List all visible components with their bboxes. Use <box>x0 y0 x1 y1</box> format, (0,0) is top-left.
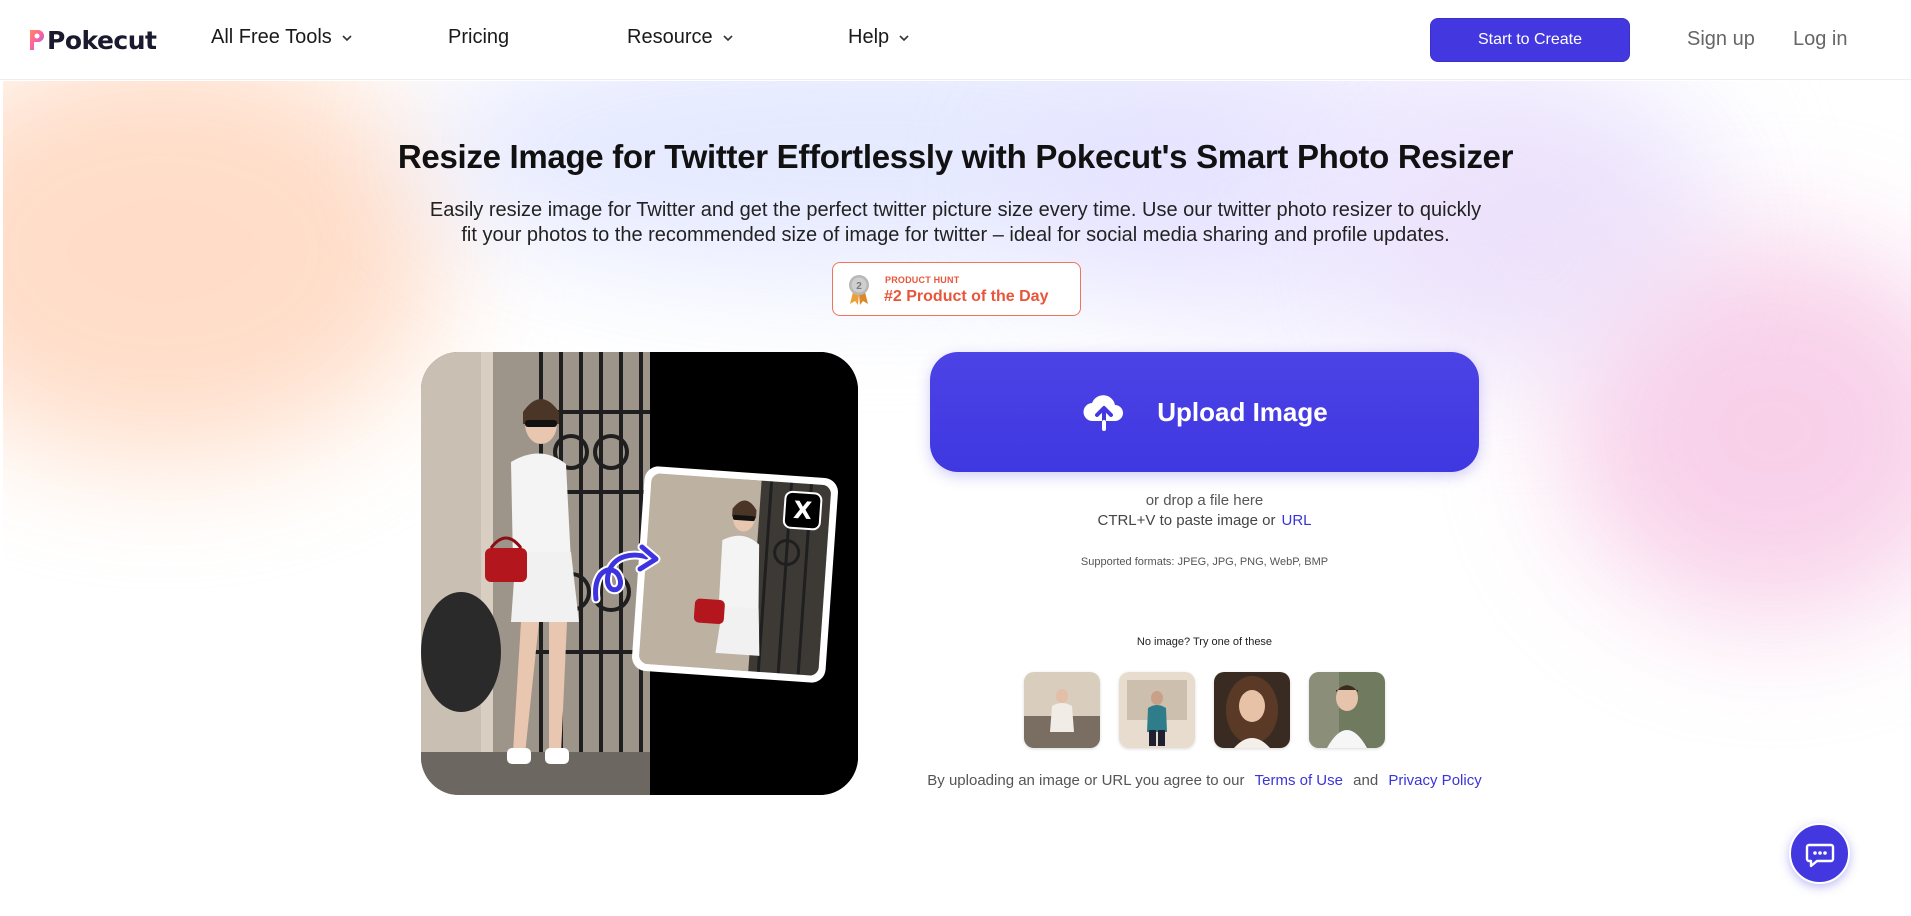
terms-notice-text: By uploading an image or URL you agree t… <box>927 772 1245 789</box>
logo-text: Pokecut <box>47 25 157 55</box>
pokecut-logo[interactable]: Pokecut <box>28 22 157 58</box>
medal-icon: 2 <box>849 275 869 305</box>
sample-images-heading: No image? Try one of these <box>1136 636 1273 648</box>
sample-image-1[interactable] <box>1024 672 1100 748</box>
sample-images <box>1024 672 1385 748</box>
privacy-policy-link[interactable]: Privacy Policy <box>1388 772 1481 789</box>
medal-rank: 2 <box>856 281 862 292</box>
curved-arrow-icon <box>591 542 661 604</box>
sample-image-1-picture <box>1024 672 1100 748</box>
nav-help[interactable]: Help <box>848 26 910 49</box>
x-twitter-logo: X <box>782 490 823 531</box>
upload-image-button[interactable]: Upload Image <box>930 352 1479 472</box>
drop-hint: or drop a file here <box>1145 492 1264 509</box>
url-link[interactable]: URL <box>1282 512 1312 529</box>
demo-before-after-image: X <box>421 352 858 795</box>
top-navbar: Pokecut All Free Tools Pricing Resource … <box>0 0 1911 80</box>
nav-label: Resource <box>627 26 713 48</box>
nav-label: All Free Tools <box>211 26 332 48</box>
sign-up-link[interactable]: Sign up <box>1687 28 1755 51</box>
and-text: and <box>1353 772 1379 789</box>
upload-image-label: Upload Image <box>1157 396 1328 427</box>
chevron-down-icon <box>342 34 352 41</box>
start-to-create-button[interactable]: Start to Create <box>1430 18 1630 62</box>
paste-hint-text: CTRL+V to paste image or <box>1097 512 1276 529</box>
page-title: Resize Image for Twitter Effortlessly wi… <box>397 138 1514 175</box>
badge-title: #2 Product of the Day <box>884 288 1049 305</box>
terms-of-use-link[interactable]: Terms of Use <box>1255 772 1343 789</box>
sample-image-3[interactable] <box>1214 672 1290 748</box>
chevron-down-icon <box>899 34 909 41</box>
sample-image-3-picture <box>1214 672 1290 748</box>
nav-resource[interactable]: Resource <box>627 26 734 49</box>
sample-image-2[interactable] <box>1119 672 1195 748</box>
cloud-upload-icon <box>1083 395 1124 431</box>
logo-p-icon <box>30 30 44 50</box>
nav-label: Help <box>848 26 890 48</box>
terms-notice: By uploading an image or URL you agree t… <box>880 772 1529 789</box>
nav-pricing[interactable]: Pricing <box>448 26 509 49</box>
paste-hint: CTRL+V to paste image or URL <box>930 512 1479 529</box>
sample-image-4-picture <box>1309 672 1385 748</box>
page-subtitle: Easily resize image for Twitter and get … <box>429 199 1482 246</box>
badge-label: PRODUCT HUNT <box>885 275 960 285</box>
resized-photo: X <box>638 472 832 677</box>
nav-label: Pricing <box>448 26 510 48</box>
chevron-down-icon <box>723 34 733 41</box>
product-hunt-badge[interactable]: 2 PRODUCT HUNT #2 Product of the Day <box>832 262 1081 316</box>
sample-image-2-picture <box>1119 672 1195 748</box>
sample-image-4[interactable] <box>1309 672 1385 748</box>
chat-bubble-icon <box>1805 843 1834 867</box>
chat-support-button[interactable] <box>1789 823 1850 884</box>
log-in-link[interactable]: Log in <box>1793 28 1848 51</box>
supported-formats: Supported formats: JPEG, JPG, PNG, WebP,… <box>1080 556 1329 568</box>
nav-all-free-tools[interactable]: All Free Tools <box>211 26 353 49</box>
